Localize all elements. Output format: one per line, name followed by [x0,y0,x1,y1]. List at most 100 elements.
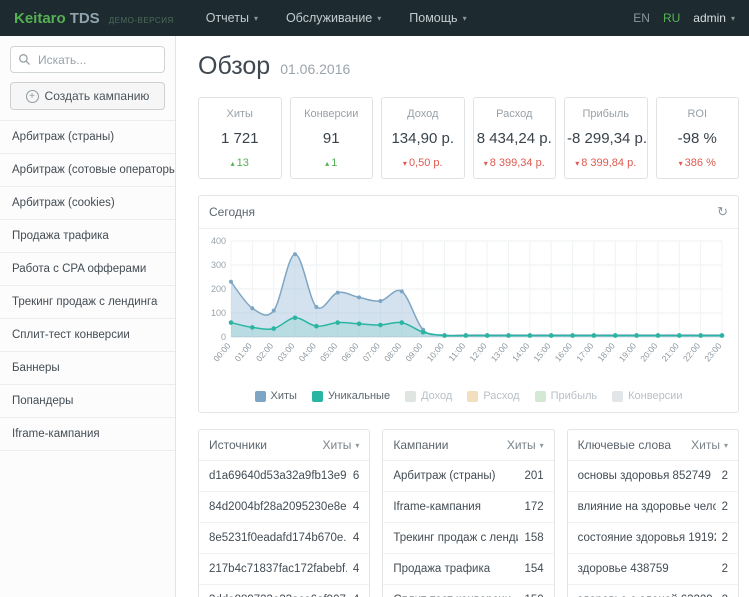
table-row[interactable]: Арбитраж (страны)201 [383,461,553,492]
refresh-icon[interactable]: ↻ [717,204,728,220]
table-row[interactable]: состояние здоровья 1919222 [568,523,738,554]
table-row[interactable]: Сплит-тест конверсии150 [383,585,553,597]
sidebar-item[interactable]: Попандеры [0,384,175,417]
row-value: 2 [722,532,728,544]
sidebar-item[interactable]: Баннеры [0,351,175,384]
row-name: 8e5231f0eadafd174b670e... [209,532,347,544]
legend-item[interactable]: Хиты [255,390,297,402]
arrow-down-icon: ▾ [575,159,579,168]
sidebar-item[interactable]: Арбитраж (страны) [0,120,175,153]
svg-text:300: 300 [211,260,226,270]
user-menu[interactable]: admin ▾ [693,11,735,25]
row-value: 4 [353,563,359,575]
legend-label: Хиты [271,390,297,402]
sidebar-item[interactable]: Арбитраж (сотовые операторы) [0,153,175,186]
create-campaign-button[interactable]: + Создать кампанию [10,82,165,110]
legend-item[interactable]: Прибыль [535,390,598,402]
stat-value: -8 299,34 р. [567,130,645,147]
chevron-down-icon: ▾ [377,14,381,23]
svg-text:09:00: 09:00 [403,341,425,364]
legend-item[interactable]: Расход [467,390,519,402]
legend-swatch [612,391,623,402]
sidebar-item[interactable]: Работа с CPA офферами [0,252,175,285]
svg-text:05:00: 05:00 [318,341,340,364]
table-row[interactable]: 3dde889723e33ace6af907...4 [199,585,369,597]
nav-menu-item[interactable]: Помощь▾ [409,11,466,25]
table-row[interactable]: d1a69640d53a32a9fb13e9...6 [199,461,369,492]
summary-panel-title: Источники [209,438,267,452]
row-value: 4 [353,501,359,513]
metric-select[interactable]: Хиты▾ [507,438,544,452]
search-input[interactable] [10,46,165,73]
legend-swatch [535,391,546,402]
row-name: Iframe-кампания [393,501,518,513]
stat-card: Доход134,90 р.▾0,50 р. [381,97,465,179]
svg-text:14:00: 14:00 [510,341,532,364]
table-row[interactable]: здоровье с еленой 63229...2 [568,585,738,597]
legend-label: Прибыль [551,390,598,402]
row-value: 201 [524,470,543,482]
table-row[interactable]: основы здоровья 8527492 [568,461,738,492]
stat-delta: ▾0,50 р. [384,157,462,169]
table-row[interactable]: здоровье 4387592 [568,554,738,585]
legend-item[interactable]: Доход [405,390,452,402]
svg-text:17:00: 17:00 [574,341,596,364]
chevron-down-icon: ▾ [254,14,258,23]
svg-text:19:00: 19:00 [617,341,639,364]
chart-panel-header: Сегодня ↻ [199,196,738,229]
row-value: 2 [722,501,728,513]
stat-label: Прибыль [567,108,645,120]
svg-text:13:00: 13:00 [489,341,511,364]
page-date: 01.06.2016 [280,61,350,77]
table-row[interactable]: Продажа трафика154 [383,554,553,585]
sidebar-item[interactable]: Трекинг продаж с лендинга [0,285,175,318]
navbar-right: EN RU admin ▾ [633,11,735,25]
sidebar-item[interactable]: Сплит-тест конверсии [0,318,175,351]
legend-item[interactable]: Уникальные [312,390,390,402]
chart-panel-title: Сегодня [209,205,255,219]
demo-version-label: ДЕМО-ВЕРСИЯ [109,16,174,25]
metric-select[interactable]: Хиты▾ [691,438,728,452]
navbar-menus: Отчеты▾ Обслуживание▾ Помощь▾ [206,11,467,25]
stat-value: 134,90 р. [384,130,462,147]
svg-text:100: 100 [211,308,226,318]
svg-text:200: 200 [211,284,226,294]
row-name: основы здоровья 852749 [578,470,716,482]
lang-en-toggle[interactable]: EN [633,11,650,25]
stat-label: ROI [659,108,737,120]
today-chart-panel: Сегодня ↻ 010020030040000:0001:0002:0003… [198,195,739,413]
table-row[interactable]: влияние на здоровье чело...2 [568,492,738,523]
legend-item[interactable]: Конверсии [612,390,682,402]
lang-ru-toggle[interactable]: RU [663,11,680,25]
brand-logo[interactable]: Keitaro TDS ДЕМО-ВЕРСИЯ [14,10,174,27]
metric-select[interactable]: Хиты▾ [322,438,359,452]
page-head: Обзор 01.06.2016 [198,52,739,81]
svg-text:20:00: 20:00 [638,341,660,364]
svg-text:08:00: 08:00 [382,341,404,364]
metric-select-value: Хиты [322,438,351,452]
legend-label: Уникальные [328,390,390,402]
table-row[interactable]: Iframe-кампания172 [383,492,553,523]
svg-text:15:00: 15:00 [531,341,553,364]
table-row[interactable]: 8e5231f0eadafd174b670e...4 [199,523,369,554]
legend-swatch [312,391,323,402]
page-title: Обзор [198,52,270,81]
sidebar-item[interactable]: Продажа трафика [0,219,175,252]
stat-delta: ▴1 [293,157,371,169]
svg-text:03:00: 03:00 [275,341,297,364]
summary-panel: Ключевые словаХиты▾основы здоровья 85274… [567,429,739,597]
summary-panel-header: Источники Хиты▾ [199,430,369,461]
sidebar-item[interactable]: Арбитраж (cookies) [0,186,175,219]
sidebar-item[interactable]: Iframe-кампания [0,417,175,451]
nav-menu-item[interactable]: Отчеты▾ [206,11,258,25]
sidebar: + Создать кампанию Арбитраж (страны)Арби… [0,36,176,597]
svg-text:18:00: 18:00 [595,341,617,364]
table-row[interactable]: 84d2004bf28a2095230e8e...4 [199,492,369,523]
table-row[interactable]: Трекинг продаж с лендинга158 [383,523,553,554]
stat-card: Расход8 434,24 р.▾8 399,34 р. [473,97,557,179]
brand-tds: TDS [70,10,100,27]
svg-text:0: 0 [221,332,226,342]
table-row[interactable]: 217b4c71837fac172fabebf...4 [199,554,369,585]
stat-card: Конверсии91▴1 [290,97,374,179]
nav-menu-item[interactable]: Обслуживание▾ [286,11,381,25]
